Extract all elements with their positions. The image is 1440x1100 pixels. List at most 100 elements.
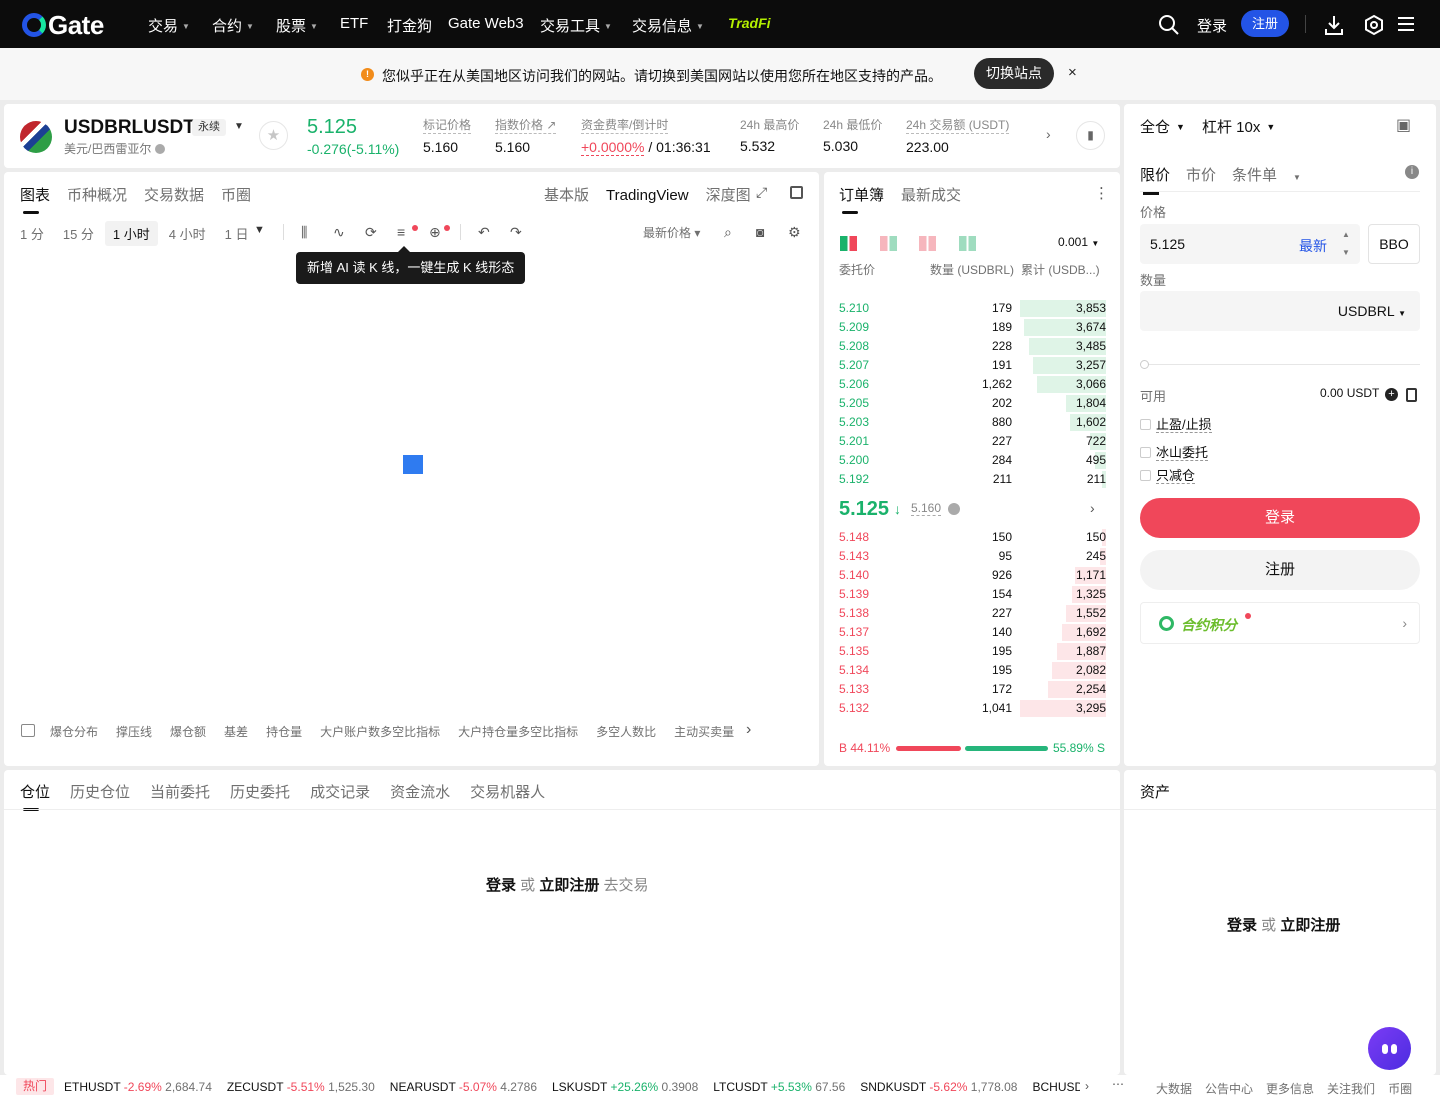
indicator-link[interactable]: 大户账户数多空比指标	[320, 725, 440, 739]
chart-tab[interactable]: 币种概况	[67, 184, 127, 205]
camera-icon[interactable]: ◙	[756, 224, 764, 240]
assets-login-link[interactable]: 登录	[1227, 917, 1257, 934]
chevron-right-icon[interactable]: ›	[1085, 1079, 1089, 1093]
increment-icon[interactable]: ▲	[1342, 230, 1350, 239]
indicator-link[interactable]: 基差	[224, 725, 248, 739]
ask-row[interactable]: 5.200 284 495	[824, 451, 1120, 470]
chevron-right-icon[interactable]: ›	[1046, 126, 1051, 142]
calculator-icon[interactable]: ▣	[1396, 115, 1411, 135]
positions-register-link[interactable]: 立即注册	[539, 877, 599, 894]
checkbox-box[interactable]	[1140, 470, 1151, 481]
footer-link[interactable]: 公告中心	[1205, 1082, 1253, 1096]
footer-link[interactable]: 币圈	[1388, 1082, 1412, 1096]
ai-assistant-icon[interactable]	[1368, 1027, 1411, 1070]
bid-row[interactable]: 5.132 1,041 3,295	[824, 699, 1120, 718]
latest-price-button[interactable]: 最新	[1299, 236, 1327, 256]
price-source-select[interactable]: 最新价格 ▾	[643, 224, 700, 241]
nav-item[interactable]: ETF	[340, 15, 368, 32]
chart-view-option[interactable]: TradingView	[606, 187, 689, 204]
orderbook-tab[interactable]: 订单簿	[839, 184, 884, 214]
interval-option[interactable]: 1 日	[217, 221, 257, 246]
slider-handle[interactable]	[1140, 360, 1149, 369]
favorite-star-icon[interactable]: ★	[259, 121, 288, 150]
expand-icon[interactable]: ⤢	[756, 184, 767, 201]
indicator-link[interactable]: 大户持仓量多空比指标	[458, 725, 578, 739]
calendar-icon[interactable]	[21, 724, 35, 737]
interval-option[interactable]: 1 小时	[104, 221, 158, 246]
refresh-icon[interactable]: ⟳	[365, 224, 377, 241]
bid-row[interactable]: 5.134 195 2,082	[824, 661, 1120, 680]
bbo-button[interactable]: BBO	[1368, 224, 1420, 264]
ask-row[interactable]: 5.207 191 3,257	[824, 356, 1120, 375]
nav-item[interactable]: 交易信息 ▼	[632, 15, 704, 36]
indicator-link[interactable]: 主动买卖量	[674, 725, 734, 739]
nav-item[interactable]: 交易 ▼	[148, 15, 190, 36]
nav-login-link[interactable]: 登录	[1197, 15, 1227, 36]
footer-link[interactable]: 大数据	[1156, 1082, 1192, 1096]
transfer-plus-icon[interactable]: +	[1385, 388, 1398, 401]
layout-both-icon[interactable]	[840, 236, 857, 252]
positions-tab[interactable]: 当前委托	[150, 781, 210, 802]
hot-ticker-item[interactable]: LSKUSDT +25.26% 0.3908	[552, 1080, 698, 1094]
funding-label[interactable]: 资金费率/倒计时	[581, 116, 669, 134]
layout-bids-icon[interactable]	[919, 236, 937, 252]
ask-row[interactable]: 5.206 1,262 3,066	[824, 375, 1120, 394]
bid-row[interactable]: 5.138 227 1,552	[824, 604, 1120, 623]
checkbox-box[interactable]	[1140, 447, 1151, 458]
chevron-right-icon[interactable]: ›	[746, 721, 751, 739]
book-icon[interactable]: ▮	[1076, 121, 1105, 150]
footer-link[interactable]: 更多信息	[1266, 1082, 1314, 1096]
search-icon[interactable]: ⌕	[724, 224, 732, 241]
quantity-input[interactable]: USDBRL ▼	[1140, 291, 1420, 331]
chevron-right-icon[interactable]: ›	[1090, 500, 1095, 516]
positions-tab[interactable]: 资金流水	[390, 781, 450, 802]
calculator-icon[interactable]	[1406, 388, 1417, 402]
chart-view-option[interactable]: 基本版	[544, 187, 589, 204]
more-icon[interactable]: ⋯	[1112, 1077, 1124, 1091]
reduce-only-checkbox[interactable]: 只减仓	[1140, 465, 1196, 484]
chevron-down-icon[interactable]: ▼	[234, 121, 244, 132]
window-icon[interactable]	[790, 186, 803, 199]
volume-label[interactable]: 24h 交易额 (USDT)	[906, 116, 1010, 134]
quantity-slider[interactable]	[1140, 360, 1420, 369]
index-price-label[interactable]: 指数价格 ↗	[495, 116, 557, 134]
settings-icon[interactable]	[1363, 14, 1385, 41]
orderbook-tab[interactable]: 最新成交	[901, 184, 961, 205]
bid-row[interactable]: 5.139 154 1,325	[824, 585, 1120, 604]
bid-row[interactable]: 5.140 926 1,171	[824, 566, 1120, 585]
bid-row[interactable]: 5.137 140 1,692	[824, 623, 1120, 642]
nav-item[interactable]: 打金狗	[387, 15, 432, 36]
layout-mixed-icon[interactable]	[879, 236, 897, 252]
footer-link[interactable]: 关注我们	[1327, 1082, 1375, 1096]
nav-register-button[interactable]: 注册	[1241, 10, 1289, 37]
chart-view-option[interactable]: 深度图	[706, 187, 751, 204]
layout-asks-icon[interactable]	[958, 236, 976, 252]
chart-tab[interactable]: 币圈	[221, 184, 251, 205]
indicator-link[interactable]: 持仓量	[266, 725, 302, 739]
nav-item[interactable]: Gate Web3	[448, 15, 524, 32]
contract-symbol[interactable]: USDBRLUSDT	[64, 117, 195, 139]
gear-icon[interactable]: ⚙	[788, 224, 801, 241]
interval-dropdown-icon[interactable]: ▼	[254, 224, 265, 236]
margin-mode-select[interactable]: 全仓 ▼	[1140, 116, 1185, 137]
hot-ticker-item[interactable]: SNDKUSDT -5.62% 1,778.08	[860, 1080, 1017, 1094]
info-icon[interactable]: i	[1405, 165, 1419, 179]
tp-sl-checkbox[interactable]: 止盈/止损	[1140, 414, 1212, 433]
ask-row[interactable]: 5.205 202 1,804	[824, 394, 1120, 413]
undo-icon[interactable]: ↶	[478, 224, 490, 241]
download-icon[interactable]	[1323, 14, 1345, 41]
tradfi-link[interactable]: TradFi	[728, 15, 771, 31]
order-type-tab[interactable]: 限价	[1140, 167, 1170, 184]
bid-row[interactable]: 5.148 150 150	[824, 528, 1120, 547]
decrement-icon[interactable]: ▼	[1342, 248, 1350, 257]
positions-tab[interactable]: 成交记录	[310, 781, 370, 802]
hot-ticker-item[interactable]: NEARUSDT -5.07% 4.2786	[390, 1080, 537, 1094]
gate-logo[interactable]: Gate	[22, 10, 104, 41]
interval-option[interactable]: 15 分	[55, 221, 102, 246]
chart-tab[interactable]: 交易数据	[144, 184, 204, 205]
hot-ticker-item[interactable]: ZECUSDT -5.51% 1,525.30	[227, 1080, 375, 1094]
nav-item[interactable]: 股票 ▼	[276, 15, 318, 36]
mark-price-label[interactable]: 标记价格	[423, 116, 472, 134]
order-type-tab[interactable]: 市价	[1186, 167, 1216, 184]
nav-item[interactable]: 交易工具 ▼	[540, 15, 612, 36]
